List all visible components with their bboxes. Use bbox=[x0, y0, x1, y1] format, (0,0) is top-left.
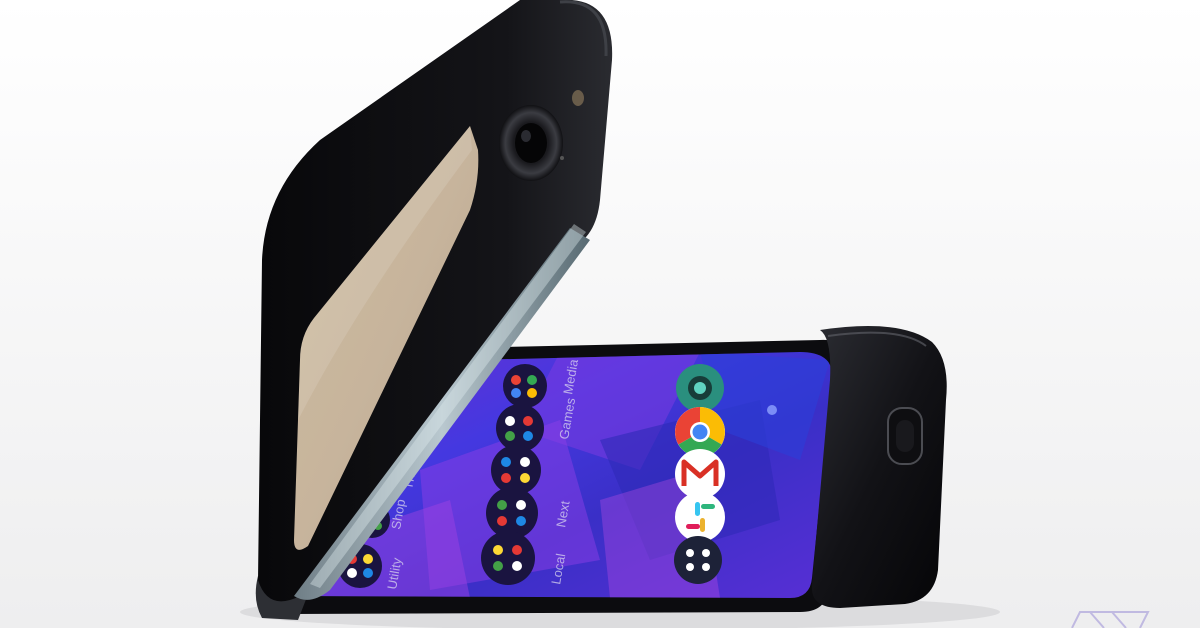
folder[interactable] bbox=[481, 531, 535, 585]
photo-scene: Utility Media Games Local Next Shop The … bbox=[0, 0, 1200, 628]
apps-drawer-icon[interactable] bbox=[674, 536, 722, 584]
status-dot bbox=[767, 405, 777, 415]
folder[interactable] bbox=[503, 364, 547, 408]
folder[interactable] bbox=[496, 404, 544, 452]
folder[interactable] bbox=[486, 487, 538, 539]
slack-icon[interactable] bbox=[675, 492, 725, 542]
gmail-icon[interactable] bbox=[675, 449, 725, 499]
camera-icon[interactable] bbox=[676, 364, 724, 412]
dock-apps bbox=[674, 364, 725, 584]
chin bbox=[811, 326, 947, 608]
